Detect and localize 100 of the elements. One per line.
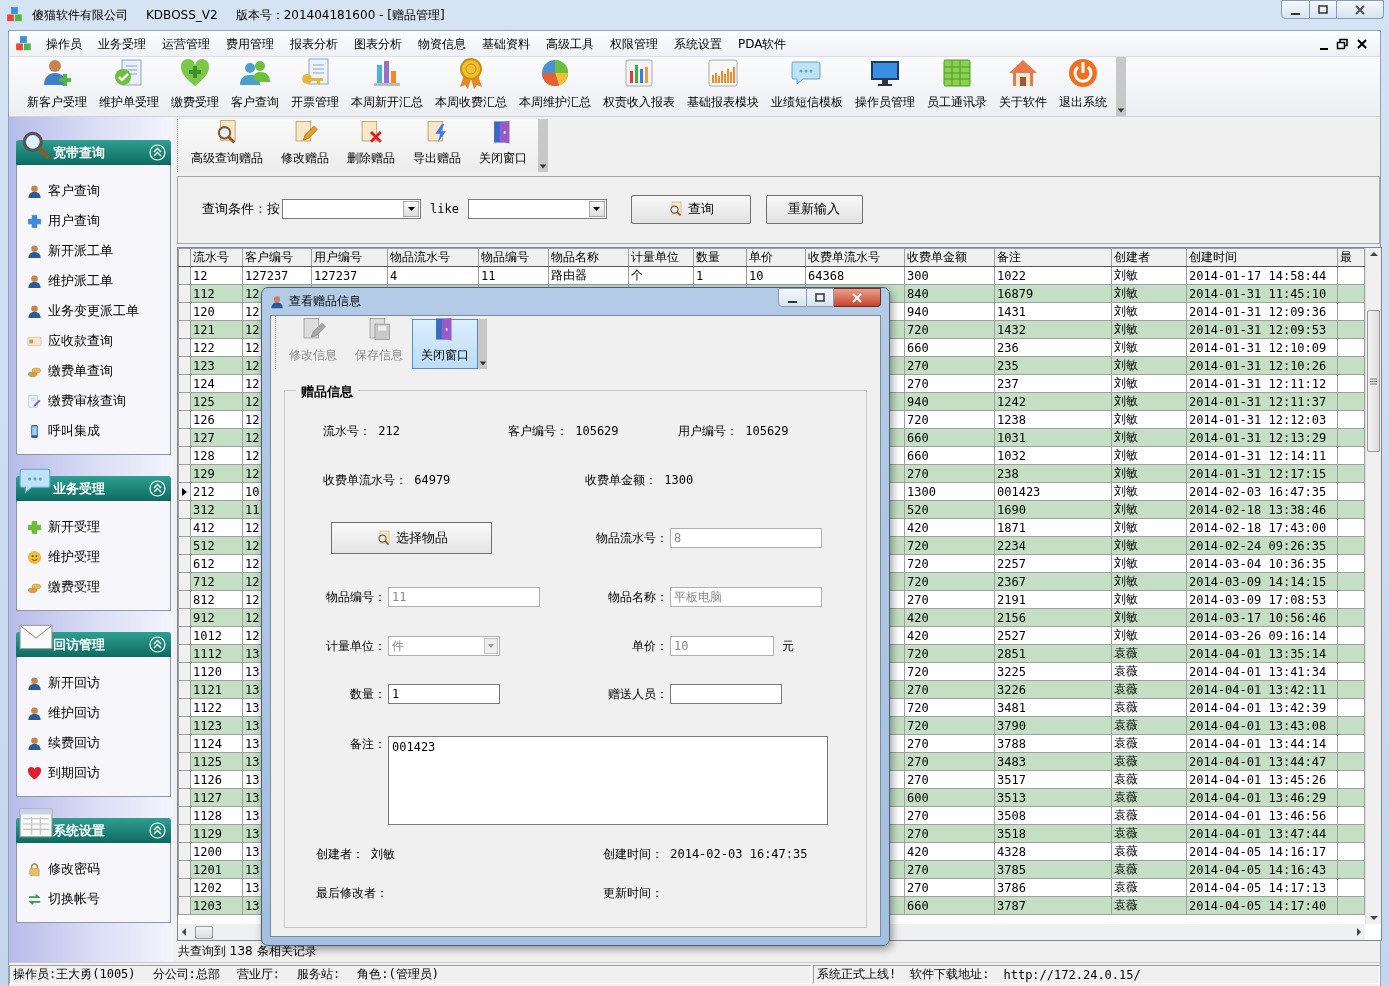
toolbar-button[interactable]: 业绩短信模板 (765, 53, 849, 116)
sidebar-item[interactable]: 缴费单查询 (17, 356, 170, 386)
column-header[interactable]: 物品编号 (478, 248, 549, 267)
toolbar-button[interactable]: 导出赠品 (404, 115, 470, 172)
toolbar-button[interactable]: 员工通讯录 (921, 53, 993, 116)
remark-field[interactable]: 001423 (388, 736, 828, 825)
dropdown-field[interactable] (282, 199, 421, 219)
sidebar-item[interactable]: 用户查询 (17, 206, 170, 236)
table-cell: 3517 (994, 770, 1112, 789)
toolbar-button[interactable]: 退出系统 (1053, 53, 1113, 116)
dropdown-field[interactable] (467, 199, 607, 219)
sidebar-item[interactable]: 修改密码 (17, 854, 170, 884)
search-button[interactable]: 查询 (630, 194, 751, 224)
menu-item[interactable]: 物资信息 (411, 33, 473, 55)
table-cell: 袁薇 (1111, 770, 1187, 789)
restore-button[interactable] (1336, 38, 1348, 50)
input-field[interactable] (670, 684, 782, 704)
toolbar-button[interactable]: 维护单受理 (93, 53, 165, 116)
reset-button[interactable]: 重新输入 (765, 194, 863, 224)
toolbar-button[interactable]: 基础报表模块 (681, 53, 765, 116)
sidebar-item[interactable]: 缴费受理 (17, 572, 170, 602)
toolbar-button[interactable]: 关闭窗口 (470, 115, 536, 172)
sidebar-item[interactable]: 业务变更派工单 (17, 296, 170, 326)
toolbar-button[interactable]: 关闭窗口 (412, 319, 478, 369)
toolbar-button[interactable]: 新客户受理 (21, 53, 93, 116)
menu-item[interactable]: 报表分析 (283, 33, 345, 55)
table-cell: 2014-04-01 13:42:39 (1186, 698, 1338, 717)
input-field[interactable]: 1 (388, 684, 500, 704)
column-header[interactable]: 收费单金额 (904, 248, 995, 267)
table-cell: 127237 (311, 266, 388, 285)
sidebar-item[interactable]: 新开受理 (17, 512, 170, 542)
scroll-thumb[interactable] (195, 925, 213, 939)
smiley-icon (27, 549, 42, 565)
column-header[interactable]: 用户编号 (311, 248, 388, 267)
column-header[interactable]: 创建者 (1111, 248, 1187, 267)
toolbar-button[interactable]: 客户查询 (225, 53, 285, 116)
sidebar-item[interactable]: 新开派工单 (17, 236, 170, 266)
menu-item[interactable]: 基础资料 (475, 33, 537, 55)
field-value: 1300 (663, 472, 694, 487)
sidebar-item[interactable]: 应收款查询 (17, 326, 170, 356)
menu-item[interactable]: 高级工具 (539, 33, 601, 55)
column-header[interactable]: 计量单位 (628, 248, 694, 267)
toolbar-button[interactable]: 本周维护汇总 (513, 53, 597, 116)
column-header[interactable]: 物品名称 (548, 248, 629, 267)
toolbar-button[interactable]: 开票管理 (285, 53, 345, 116)
column-header[interactable]: 备注 (994, 248, 1112, 267)
collapse-icon[interactable] (149, 480, 166, 497)
scroll-thumb[interactable] (1367, 310, 1380, 452)
collapse-icon[interactable] (149, 636, 166, 653)
menu-item[interactable]: 业务受理 (91, 33, 153, 55)
menu-item[interactable]: 费用管理 (219, 33, 281, 55)
toolbar-button[interactable]: 关于软件 (993, 53, 1053, 116)
toolbar-button[interactable]: 缴费受理 (165, 53, 225, 116)
toolbar-button[interactable]: 操作员管理 (849, 53, 921, 116)
column-header[interactable]: 流水号 (190, 248, 243, 267)
column-header[interactable]: 数量 (693, 248, 747, 267)
sidebar-item[interactable]: 维护派工单 (17, 266, 170, 296)
sidebar-item[interactable]: 新开回访 (17, 668, 170, 698)
sidebar-item[interactable]: 切换帐号 (17, 884, 170, 914)
collapse-icon[interactable] (149, 822, 166, 839)
table-cell: 1022 (994, 266, 1112, 285)
vertical-scrollbar[interactable] (1365, 248, 1381, 924)
toolbar-button[interactable]: 权责收入报表 (597, 53, 681, 116)
table-cell: 720 (904, 662, 995, 681)
window-title: 傻猫软件有限公司 (32, 6, 128, 24)
minimize-button[interactable] (778, 288, 807, 307)
menu-item[interactable]: 图表分析 (347, 33, 409, 55)
toolbar-button[interactable]: 修改赠品 (272, 115, 338, 172)
minimize-button[interactable] (1281, 0, 1310, 19)
column-header[interactable]: 客户编号 (242, 248, 312, 267)
sidebar-item[interactable]: 维护回访 (17, 698, 170, 728)
menu-item[interactable]: 系统设置 (667, 33, 729, 55)
toolbar-button[interactable]: 本周收费汇总 (429, 53, 513, 116)
status-text: 操作员:王大勇(1005) (13, 966, 136, 983)
maximize-button[interactable] (1310, 0, 1337, 19)
collapse-icon[interactable] (149, 144, 166, 161)
menu-item[interactable]: 运营管理 (155, 33, 217, 55)
column-header[interactable]: 创建时间 (1186, 248, 1338, 267)
column-header[interactable]: 最 (1337, 248, 1365, 267)
sidebar-item[interactable]: 到期回访 (17, 758, 170, 788)
sidebar-item[interactable]: 维护受理 (17, 542, 170, 572)
column-header[interactable]: 单价 (746, 248, 806, 267)
close-button[interactable] (834, 288, 881, 307)
menu-item[interactable]: PDA软件 (731, 33, 794, 55)
column-header[interactable]: 物品流水号 (387, 248, 479, 267)
field-value: 2014-02-03 16:47:35 (669, 846, 808, 861)
toolbar-button[interactable]: 高级查询赠品 (182, 115, 272, 172)
select-item-button[interactable]: 选择物品 (331, 522, 492, 554)
toolbar-button[interactable]: 本周新开汇总 (345, 53, 429, 116)
sidebar-item[interactable]: 客户查询 (17, 176, 170, 206)
sidebar-item[interactable]: 缴费审核查询 (17, 386, 170, 416)
toolbar-button[interactable]: 删除赠品 (338, 115, 404, 172)
sidebar-item[interactable]: 呼叫集成 (17, 416, 170, 446)
column-header[interactable]: 收费单流水号 (805, 248, 905, 267)
table-cell: 127237 (242, 266, 312, 285)
close-button[interactable] (1356, 38, 1368, 50)
sidebar-item[interactable]: 续费回访 (17, 728, 170, 758)
maximize-button[interactable] (807, 288, 834, 307)
menu-item[interactable]: 权限管理 (603, 33, 665, 55)
menu-item[interactable]: 操作员 (39, 33, 89, 55)
